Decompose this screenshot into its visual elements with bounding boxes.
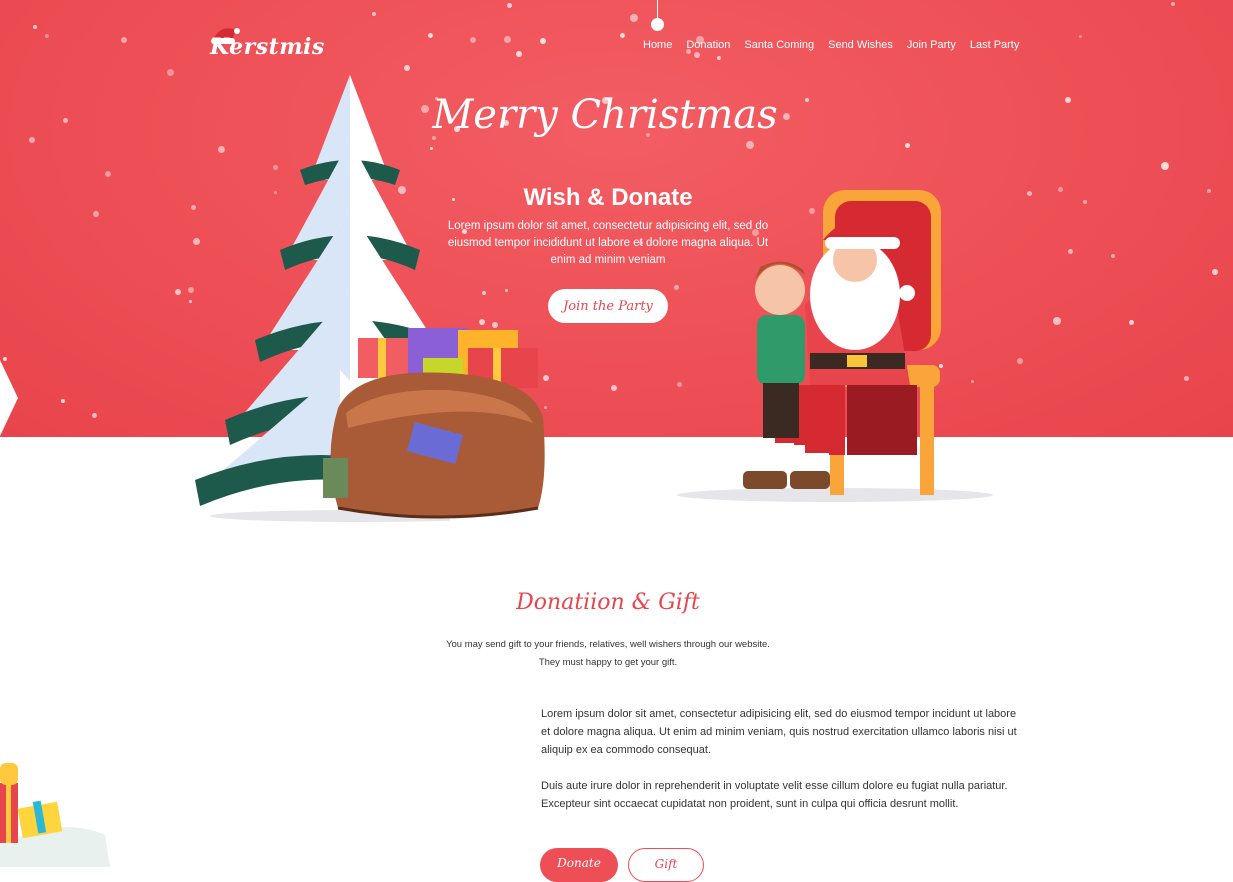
donation-section-subtitle: You may send gift to your friends, relat… [400,636,816,672]
snowflake [717,56,721,60]
subtitle-line-2: They must happy to get your gift. [538,657,678,668]
nav-item-send-wishes[interactable]: Send Wishes [828,39,893,51]
gift-sack-illustration [323,328,545,519]
snowflake [1161,162,1169,170]
snowflake [504,36,511,43]
snowflake [482,291,486,295]
snowflake [175,289,181,295]
snowflake [805,98,809,102]
ornament-icon [651,18,664,31]
snowflake [505,289,508,292]
brand-logo[interactable]: Kerstmis [210,34,325,60]
snowflake [1171,2,1175,6]
snowflake [540,38,546,44]
snowflake [1065,97,1071,103]
snowflake [1111,254,1115,258]
snowflake [167,69,174,76]
snowflake [507,3,512,8]
snowflake [1058,187,1063,192]
snowflake [1017,358,1023,364]
gift-button[interactable]: Gift [628,848,704,882]
snowflake [620,33,625,38]
santa-chair-illustration [677,190,993,502]
snowflake [1079,35,1082,38]
snowflake [428,33,433,38]
snowflake [516,51,522,57]
hero-script-title: Merry Christmas [432,92,778,138]
gift-boxes-decoration [0,763,110,867]
snowflake [61,399,65,403]
nav-item-join-party[interactable]: Join Party [907,39,956,51]
snowflake [1083,200,1087,204]
snowflake [611,385,617,391]
snowflake [93,211,99,217]
snowflake [470,37,476,43]
snowflake [1053,317,1061,325]
ornament-string [657,0,658,20]
snowflake [92,413,97,418]
nav-item-last-party[interactable]: Last Party [970,39,1020,51]
snowflake [121,37,127,43]
snowflake [905,143,910,148]
donation-paragraph-1: Lorem ipsum dolor sit amet, consectetur … [541,708,1017,756]
snowflake [33,25,37,29]
snowflake [1207,189,1211,193]
donate-button[interactable]: Donate [540,848,618,882]
snowflake [29,137,35,143]
nav-item-donation[interactable]: Donation [686,39,730,51]
nav-item-santa-coming[interactable]: Santa Coming [744,39,814,51]
snowflake [1129,320,1134,325]
snowflake [1184,376,1189,381]
snowflake [694,52,700,58]
snowflake [63,118,68,123]
donation-paragraph-2: Duis aute irure dolor in reprehenderit i… [541,780,1008,810]
snowflake [372,12,376,16]
top-navigation: Home Donation Santa Coming Send Wishes J… [643,39,1019,51]
snowflake [105,171,111,177]
join-party-button[interactable]: Join the Party [548,289,668,323]
snowflake [746,141,754,149]
snowflake [630,14,638,22]
donation-section-title: Donatiion & Gift [516,590,700,615]
nav-item-home[interactable]: Home [643,39,672,51]
snowflake [45,34,49,38]
snowflake [1068,249,1073,254]
snowflake [783,113,790,120]
snowflake [1027,191,1032,196]
snowflake [1212,269,1218,275]
subtitle-line-1: You may send gift to your friends, relat… [446,639,770,650]
hero-edge-decoration [0,360,18,436]
